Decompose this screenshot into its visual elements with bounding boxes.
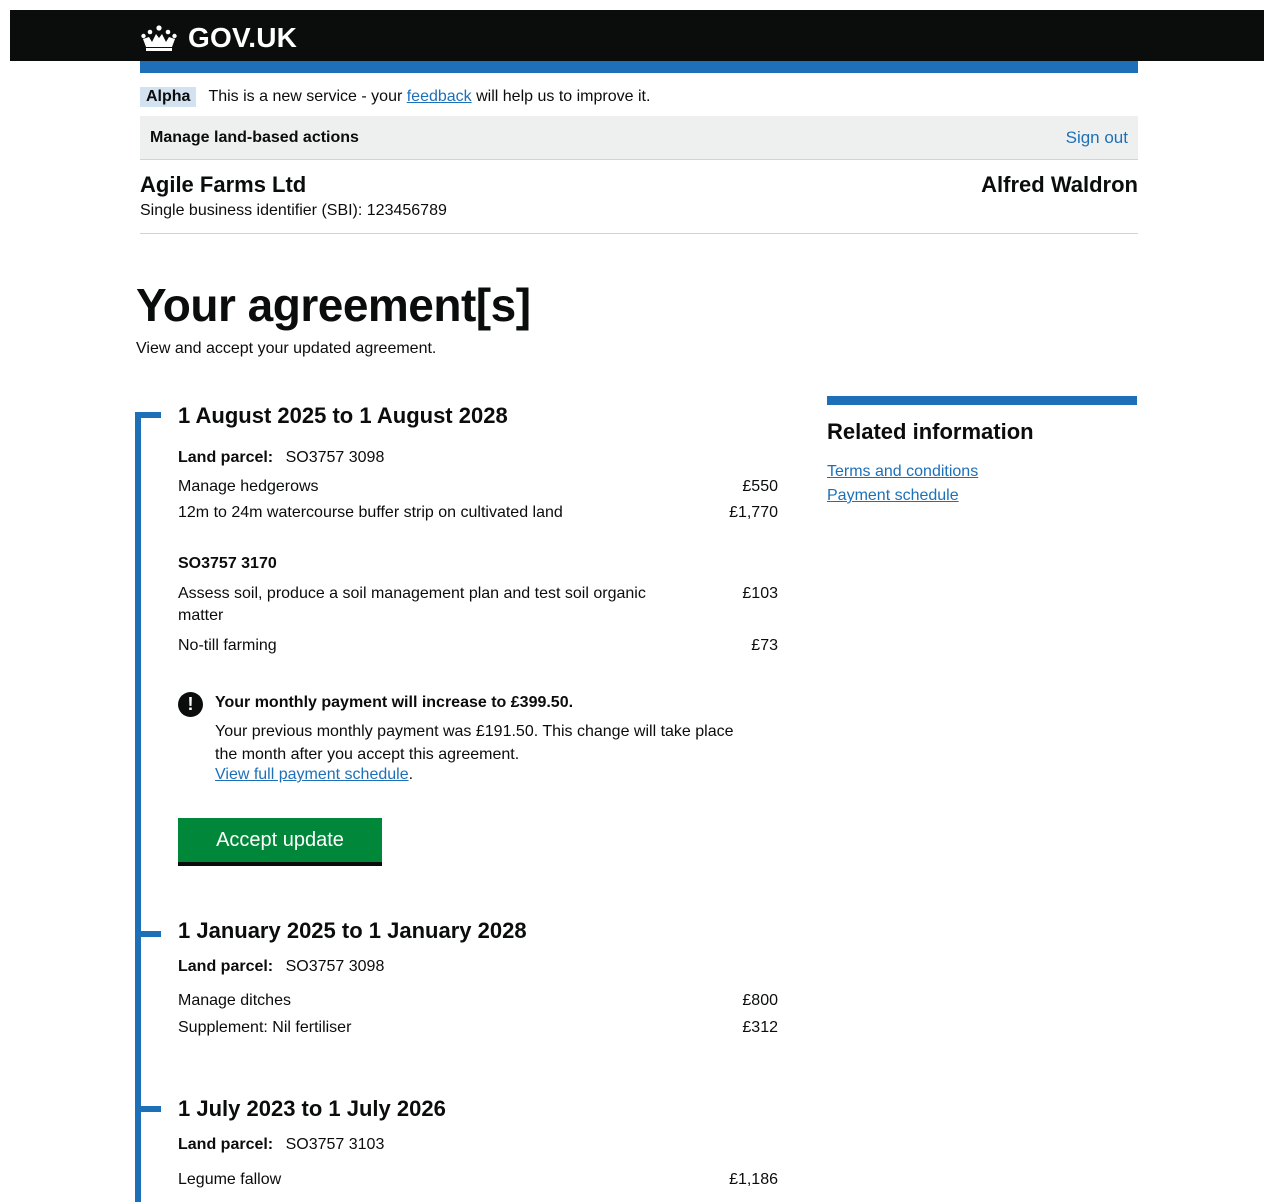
land-parcel-id: SO3757 3098 — [285, 958, 385, 975]
page-title: Your agreement[s] — [136, 279, 531, 331]
accept-update-button[interactable]: Accept update — [178, 818, 382, 862]
warning-link-line: View full payment schedule. — [215, 766, 413, 784]
action-amount: £73 — [751, 637, 778, 654]
land-parcel-label: Land parcel: — [178, 958, 274, 975]
action-description: Manage hedgerows — [178, 478, 319, 495]
action-row: Supplement: Nil fertiliser £312 — [178, 1017, 778, 1039]
govuk-logo[interactable]: GOV.UK — [140, 22, 297, 54]
phase-text-before: This is a new service - your — [208, 88, 407, 105]
action-row: Assess soil, produce a soil management p… — [178, 583, 778, 627]
action-row: No-till farming £73 — [178, 635, 778, 657]
sign-out-link[interactable]: Sign out — [1066, 128, 1128, 148]
action-description: No-till farming — [178, 637, 277, 654]
action-description: Assess soil, produce a soil management p… — [178, 585, 646, 624]
business-summary: Agile Farms Ltd Single business identifi… — [140, 172, 1138, 234]
warning-title: Your monthly payment will increase to £3… — [215, 694, 574, 711]
related-title: Related information — [827, 419, 1034, 444]
action-amount: £800 — [742, 992, 778, 1009]
action-description: Legume fallow — [178, 1171, 282, 1188]
payment-schedule-link[interactable]: View full payment schedule — [215, 766, 409, 783]
action-row: Legume fallow £1,186 — [178, 1169, 778, 1191]
crown-icon — [141, 25, 177, 51]
action-amount: £312 — [742, 1019, 778, 1036]
action-amount: £1,186 — [729, 1171, 778, 1188]
agreement-2: 1 January 2025 to 1 January 2028 Land pa… — [178, 918, 778, 1048]
page-lede: View and accept your updated agreement. — [136, 340, 437, 357]
business-name: Agile Farms Ltd — [140, 172, 307, 197]
agreement-timeline — [135, 412, 141, 1202]
land-parcel: Land parcel: SO3757 3098 — [178, 449, 384, 467]
land-parcel-label: Land parcel: — [178, 1136, 274, 1153]
timeline-marker — [135, 1106, 161, 1112]
land-parcel-subheading: SO3757 3170 — [178, 555, 277, 572]
related-information: Related information Terms and conditions… — [827, 396, 1137, 505]
action-row: Manage hedgerows £550 — [178, 476, 778, 498]
land-parcel: Land parcel: SO3757 3103 — [178, 1136, 384, 1154]
timeline-marker — [135, 412, 161, 418]
header-blue-rule — [140, 61, 1138, 73]
link-suffix: . — [408, 766, 414, 783]
agreement-heading: 1 January 2025 to 1 January 2028 — [178, 918, 527, 943]
warning-icon: ! — [178, 692, 203, 717]
action-description: Manage ditches — [178, 992, 291, 1009]
land-parcel-id: SO3757 3103 — [285, 1136, 385, 1153]
phase-tag: Alpha — [140, 87, 197, 107]
business-sbi: Single business identifier (SBI): 123456… — [140, 202, 447, 219]
agreement-heading: 1 July 2023 to 1 July 2026 — [178, 1096, 446, 1121]
action-row: Manage ditches £800 — [178, 990, 778, 1012]
action-amount: £550 — [742, 478, 778, 495]
action-description: 12m to 24m watercourse buffer strip on c… — [178, 504, 563, 521]
timeline-marker — [135, 931, 161, 937]
action-row: 12m to 24m watercourse buffer strip on c… — [178, 502, 778, 524]
phase-banner: Alpha This is a new service - your feedb… — [140, 86, 650, 108]
terms-and-conditions-link[interactable]: Terms and conditions — [827, 463, 1137, 481]
govuk-logo-text: GOV.UK — [188, 22, 298, 53]
land-parcel-id: SO3757 3098 — [285, 449, 385, 466]
warning-body: Your previous monthly payment was £191.5… — [215, 723, 734, 763]
land-parcel-label: Land parcel: — [178, 449, 274, 466]
service-navigation: Manage land-based actions Sign out — [140, 116, 1138, 160]
service-name[interactable]: Manage land-based actions — [150, 129, 359, 147]
agreement-3: 1 July 2023 to 1 July 2026 Land parcel: … — [178, 1096, 778, 1200]
action-amount: £1,770 — [729, 504, 778, 521]
agreement-1: 1 August 2025 to 1 August 2028 Land parc… — [178, 403, 778, 663]
action-amount: £103 — [742, 585, 778, 602]
feedback-link[interactable]: feedback — [407, 88, 472, 106]
payment-schedule-related-link[interactable]: Payment schedule — [827, 487, 1137, 505]
action-description: Supplement: Nil fertiliser — [178, 1019, 352, 1036]
phase-text-after: will help us to improve it. — [471, 88, 651, 105]
govuk-header: GOV.UK — [10, 10, 1264, 61]
user-name: Alfred Waldron — [981, 172, 1138, 197]
land-parcel: Land parcel: SO3757 3098 — [178, 958, 384, 976]
agreement-heading: 1 August 2025 to 1 August 2028 — [178, 403, 508, 428]
related-top-rule — [827, 396, 1137, 405]
